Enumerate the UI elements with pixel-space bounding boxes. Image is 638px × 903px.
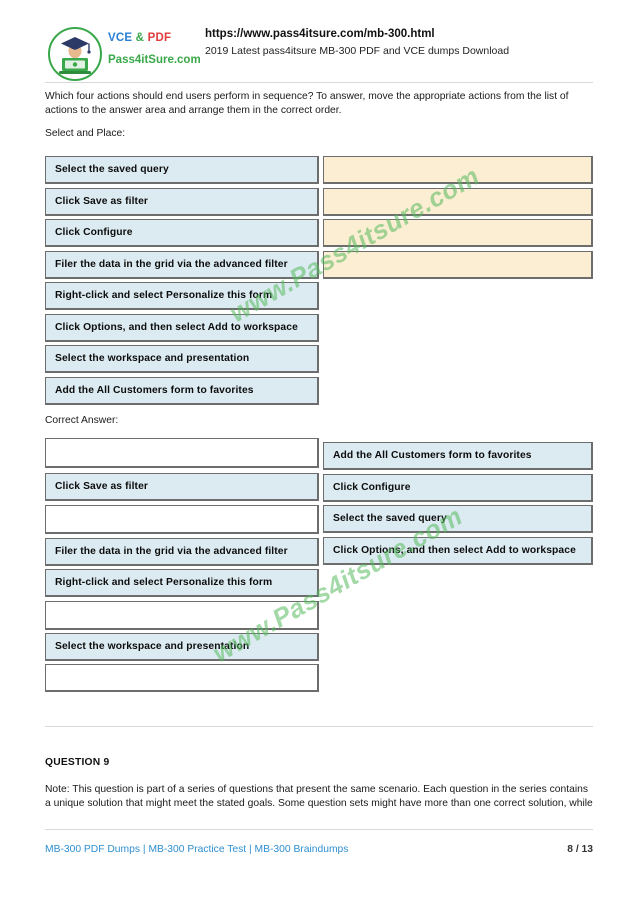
footer-separator-1: | (142, 844, 146, 855)
correct-left-item-1[interactable]: Click Save as filter (45, 473, 319, 501)
header-divider (45, 82, 593, 83)
correct-left-item-5[interactable] (45, 601, 319, 630)
action-item-label: Click Options, and then select Add to wo… (55, 322, 298, 333)
page-header: VCE & PDF Pass4itSure.com https://www.pa… (0, 0, 638, 82)
correct-left-item-7[interactable] (45, 664, 319, 692)
brand-site-name: Pass4itSure.com (108, 54, 201, 66)
section-divider (45, 726, 593, 727)
brand-vce-pdf: VCE & PDF (108, 31, 208, 45)
answer-slot-3[interactable] (323, 251, 593, 279)
brand-vce-text: VCE (108, 32, 133, 44)
action-item-4[interactable]: Right-click and select Personalize this … (45, 282, 319, 310)
pass4itsure-logo (48, 27, 104, 83)
footer-link-braindumps[interactable]: MB-300 Braindumps (255, 844, 349, 855)
correct-left-label: Click Save as filter (55, 481, 149, 492)
correct-right-item-3[interactable]: Click Options, and then select Add to wo… (323, 537, 593, 565)
footer-links: MB-300 PDF Dumps | MB-300 Practice Test … (45, 844, 348, 855)
correct-left-item-0[interactable] (45, 438, 319, 468)
answer-slot-2[interactable] (323, 219, 593, 247)
correct-left-label: Right-click and select Personalize this … (55, 577, 273, 588)
question9-body: Note: This question is part of a series … (45, 784, 593, 809)
correct-left-label: Filer the data in the grid via the advan… (55, 546, 288, 557)
action-item-label: Select the saved query (55, 164, 169, 175)
correct-left-item-4[interactable]: Right-click and select Personalize this … (45, 569, 319, 597)
footer-link-practice-test[interactable]: MB-300 Practice Test (148, 844, 246, 855)
correct-right-label: Click Options, and then select Add to wo… (333, 545, 576, 556)
brand-block: VCE & PDF Pass4itSure.com (108, 31, 208, 66)
correct-right-item-2[interactable]: Select the saved query (323, 505, 593, 533)
correct-left-label: Select the workspace and presentation (55, 641, 250, 652)
correct-left-item-6[interactable]: Select the workspace and presentation (45, 633, 319, 661)
action-item-2[interactable]: Click Configure (45, 219, 319, 247)
action-item-0[interactable]: Select the saved query (45, 156, 319, 184)
correct-right-label: Select the saved query (333, 513, 447, 524)
question-prompt: Which four actions should end users perf… (45, 91, 569, 116)
footer-link-pdf-dumps[interactable]: MB-300 PDF Dumps (45, 844, 140, 855)
footer-page-number: 8 / 13 (567, 844, 593, 855)
action-item-label: Click Configure (55, 227, 133, 238)
footer-separator-2: | (248, 844, 252, 855)
action-item-5[interactable]: Click Options, and then select Add to wo… (45, 314, 319, 342)
action-item-6[interactable]: Select the workspace and presentation (45, 345, 319, 373)
action-item-label: Filer the data in the grid via the advan… (55, 259, 288, 270)
graduate-laptop-icon (59, 37, 91, 74)
brand-ampersand: & (135, 32, 145, 44)
select-and-place-label: Select and Place: (45, 128, 126, 139)
correct-left-item-2[interactable] (45, 505, 319, 534)
action-item-label: Right-click and select Personalize this … (55, 290, 273, 301)
brand-pdf-text: PDF (147, 32, 172, 44)
correct-right-label: Add the All Customers form to favorites (333, 450, 532, 461)
footer-divider (45, 829, 593, 830)
answer-slot-1[interactable] (323, 188, 593, 216)
question9-title: QUESTION 9 (45, 757, 110, 768)
action-item-label: Add the All Customers form to favorites (55, 385, 254, 396)
action-item-1[interactable]: Click Save as filter (45, 188, 319, 216)
correct-right-label: Click Configure (333, 482, 411, 493)
action-item-7[interactable]: Add the All Customers form to favorites (45, 377, 319, 405)
answer-slot-0[interactable] (323, 156, 593, 184)
action-item-label: Select the workspace and presentation (55, 353, 250, 364)
action-item-label: Click Save as filter (55, 196, 149, 207)
correct-left-item-3[interactable]: Filer the data in the grid via the advan… (45, 538, 319, 566)
correct-right-item-0[interactable]: Add the All Customers form to favorites (323, 442, 593, 470)
header-subtitle: 2019 Latest pass4itsure MB-300 PDF and V… (205, 45, 510, 57)
header-url[interactable]: https://www.pass4itsure.com/mb-300.html (205, 27, 509, 42)
header-text-block: https://www.pass4itsure.com/mb-300.html … (205, 27, 509, 59)
correct-answer-label: Correct Answer: (45, 415, 119, 426)
action-item-3[interactable]: Filer the data in the grid via the advan… (45, 251, 319, 279)
correct-right-item-1[interactable]: Click Configure (323, 474, 593, 502)
exam-dump-page: VCE & PDF Pass4itSure.com https://www.pa… (0, 0, 638, 903)
